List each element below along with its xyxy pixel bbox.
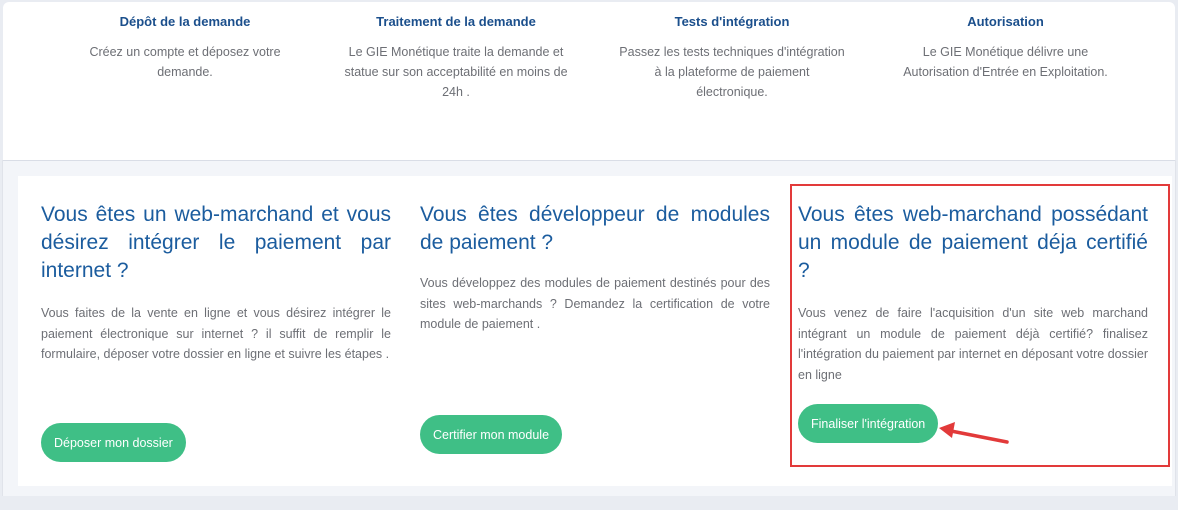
step-depot: Dépôt de la demande Créez un compte et d… (65, 2, 305, 82)
certifier-module-button[interactable]: Certifier mon module (420, 415, 563, 454)
card-title: Vous êtes un web-marchand et vous désire… (41, 203, 391, 282)
deposer-dossier-button[interactable]: Déposer mon dossier (41, 423, 186, 462)
step-title: Autorisation (967, 14, 1044, 29)
step-title: Traitement de la demande (376, 14, 536, 29)
card-developpeur: Vous êtes développeur de modules de paie… (420, 176, 770, 335)
step-title: Tests d'intégration (674, 14, 790, 29)
step-title: Dépôt de la demande (119, 14, 251, 29)
card-module-certifie: Vous êtes web-marchand possédant un modu… (798, 176, 1148, 385)
step-description: Le GIE Monétique délivre une Autorisatio… (903, 45, 1108, 79)
process-steps-panel: Dépôt de la demande Créez un compte et d… (3, 2, 1175, 161)
card-description: Vous venez de faire l'acquisition d'un s… (798, 306, 1148, 382)
step-description: Créez un compte et déposez votre demande… (89, 45, 281, 79)
arrow-annotation-icon (939, 422, 1009, 444)
step-description: Le GIE Monétique traite la demande et st… (344, 45, 568, 99)
card-description: Vous faites de la vente en ligne et vous… (41, 306, 391, 361)
step-autorisation: Autorisation Le GIE Monétique délivre un… (883, 2, 1128, 82)
finaliser-integration-button[interactable]: Finaliser l'intégration (798, 404, 939, 443)
step-traitement: Traitement de la demande Le GIE Monétiqu… (331, 2, 581, 102)
card-title: Vous êtes développeur de modules de paie… (420, 203, 770, 254)
step-description: Passez les tests techniques d'intégratio… (619, 45, 845, 99)
card-title: Vous êtes web-marchand possédant un modu… (798, 203, 1148, 282)
card-description: Vous développez des modules de paiement … (420, 276, 770, 331)
card-web-marchand: Vous êtes un web-marchand et vous désire… (41, 176, 391, 365)
step-tests: Tests d'intégration Passez les tests tec… (603, 2, 861, 102)
